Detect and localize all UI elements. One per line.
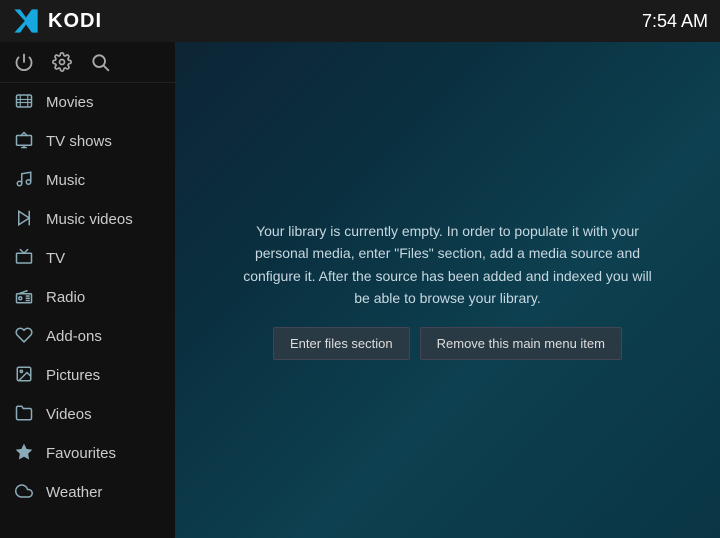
sidebar-controls [0,42,175,83]
sidebar-nav: Movies TV shows Music Music videos [0,83,175,538]
settings-button[interactable] [52,52,72,72]
header-time: 7:54 AM [642,11,708,32]
sidebar-label-add-ons: Add-ons [46,328,102,345]
sidebar-label-radio: Radio [46,289,85,306]
music-videos-icon [14,209,34,230]
empty-library-panel: Your library is currently empty. In orde… [218,200,678,381]
music-icon [14,170,34,191]
sidebar-label-movies: Movies [46,94,94,111]
sidebar-label-music: Music [46,172,85,189]
sidebar-label-tv: TV [46,250,65,267]
weather-icon [14,482,34,503]
sidebar-item-music[interactable]: Music [0,161,175,200]
app-title: KODI [48,10,102,33]
sidebar-item-movies[interactable]: Movies [0,83,175,122]
action-buttons: Enter files section Remove this main men… [238,327,658,360]
kodi-logo-icon [12,7,40,35]
remove-menu-item-button[interactable]: Remove this main menu item [420,327,622,360]
pictures-icon [14,365,34,386]
header: KODI 7:54 AM [0,0,720,42]
sidebar: Movies TV shows Music Music videos [0,42,175,538]
sidebar-item-pictures[interactable]: Pictures [0,356,175,395]
sidebar-label-music-videos: Music videos [46,211,133,228]
videos-icon [14,404,34,425]
radio-icon [14,287,34,308]
main-layout: Movies TV shows Music Music videos [0,42,720,538]
sidebar-item-weather[interactable]: Weather [0,473,175,512]
sidebar-item-videos[interactable]: Videos [0,395,175,434]
tv-icon [14,248,34,269]
content-area: Your library is currently empty. In orde… [175,42,720,538]
sidebar-label-weather: Weather [46,484,102,501]
sidebar-label-favourites: Favourites [46,445,116,462]
power-button[interactable] [14,52,34,72]
favourites-icon [14,443,34,464]
sidebar-item-add-ons[interactable]: Add-ons [0,317,175,356]
search-button[interactable] [90,52,110,72]
enter-files-button[interactable]: Enter files section [273,327,410,360]
sidebar-item-favourites[interactable]: Favourites [0,434,175,473]
empty-library-message: Your library is currently empty. In orde… [238,220,658,310]
sidebar-label-tv-shows: TV shows [46,133,112,150]
movies-icon [14,92,34,113]
tv-shows-icon [14,131,34,152]
sidebar-label-pictures: Pictures [46,367,100,384]
add-ons-icon [14,326,34,347]
sidebar-item-music-videos[interactable]: Music videos [0,200,175,239]
sidebar-item-tv[interactable]: TV [0,239,175,278]
sidebar-label-videos: Videos [46,406,92,423]
header-left: KODI [12,7,102,35]
sidebar-item-radio[interactable]: Radio [0,278,175,317]
sidebar-item-tv-shows[interactable]: TV shows [0,122,175,161]
